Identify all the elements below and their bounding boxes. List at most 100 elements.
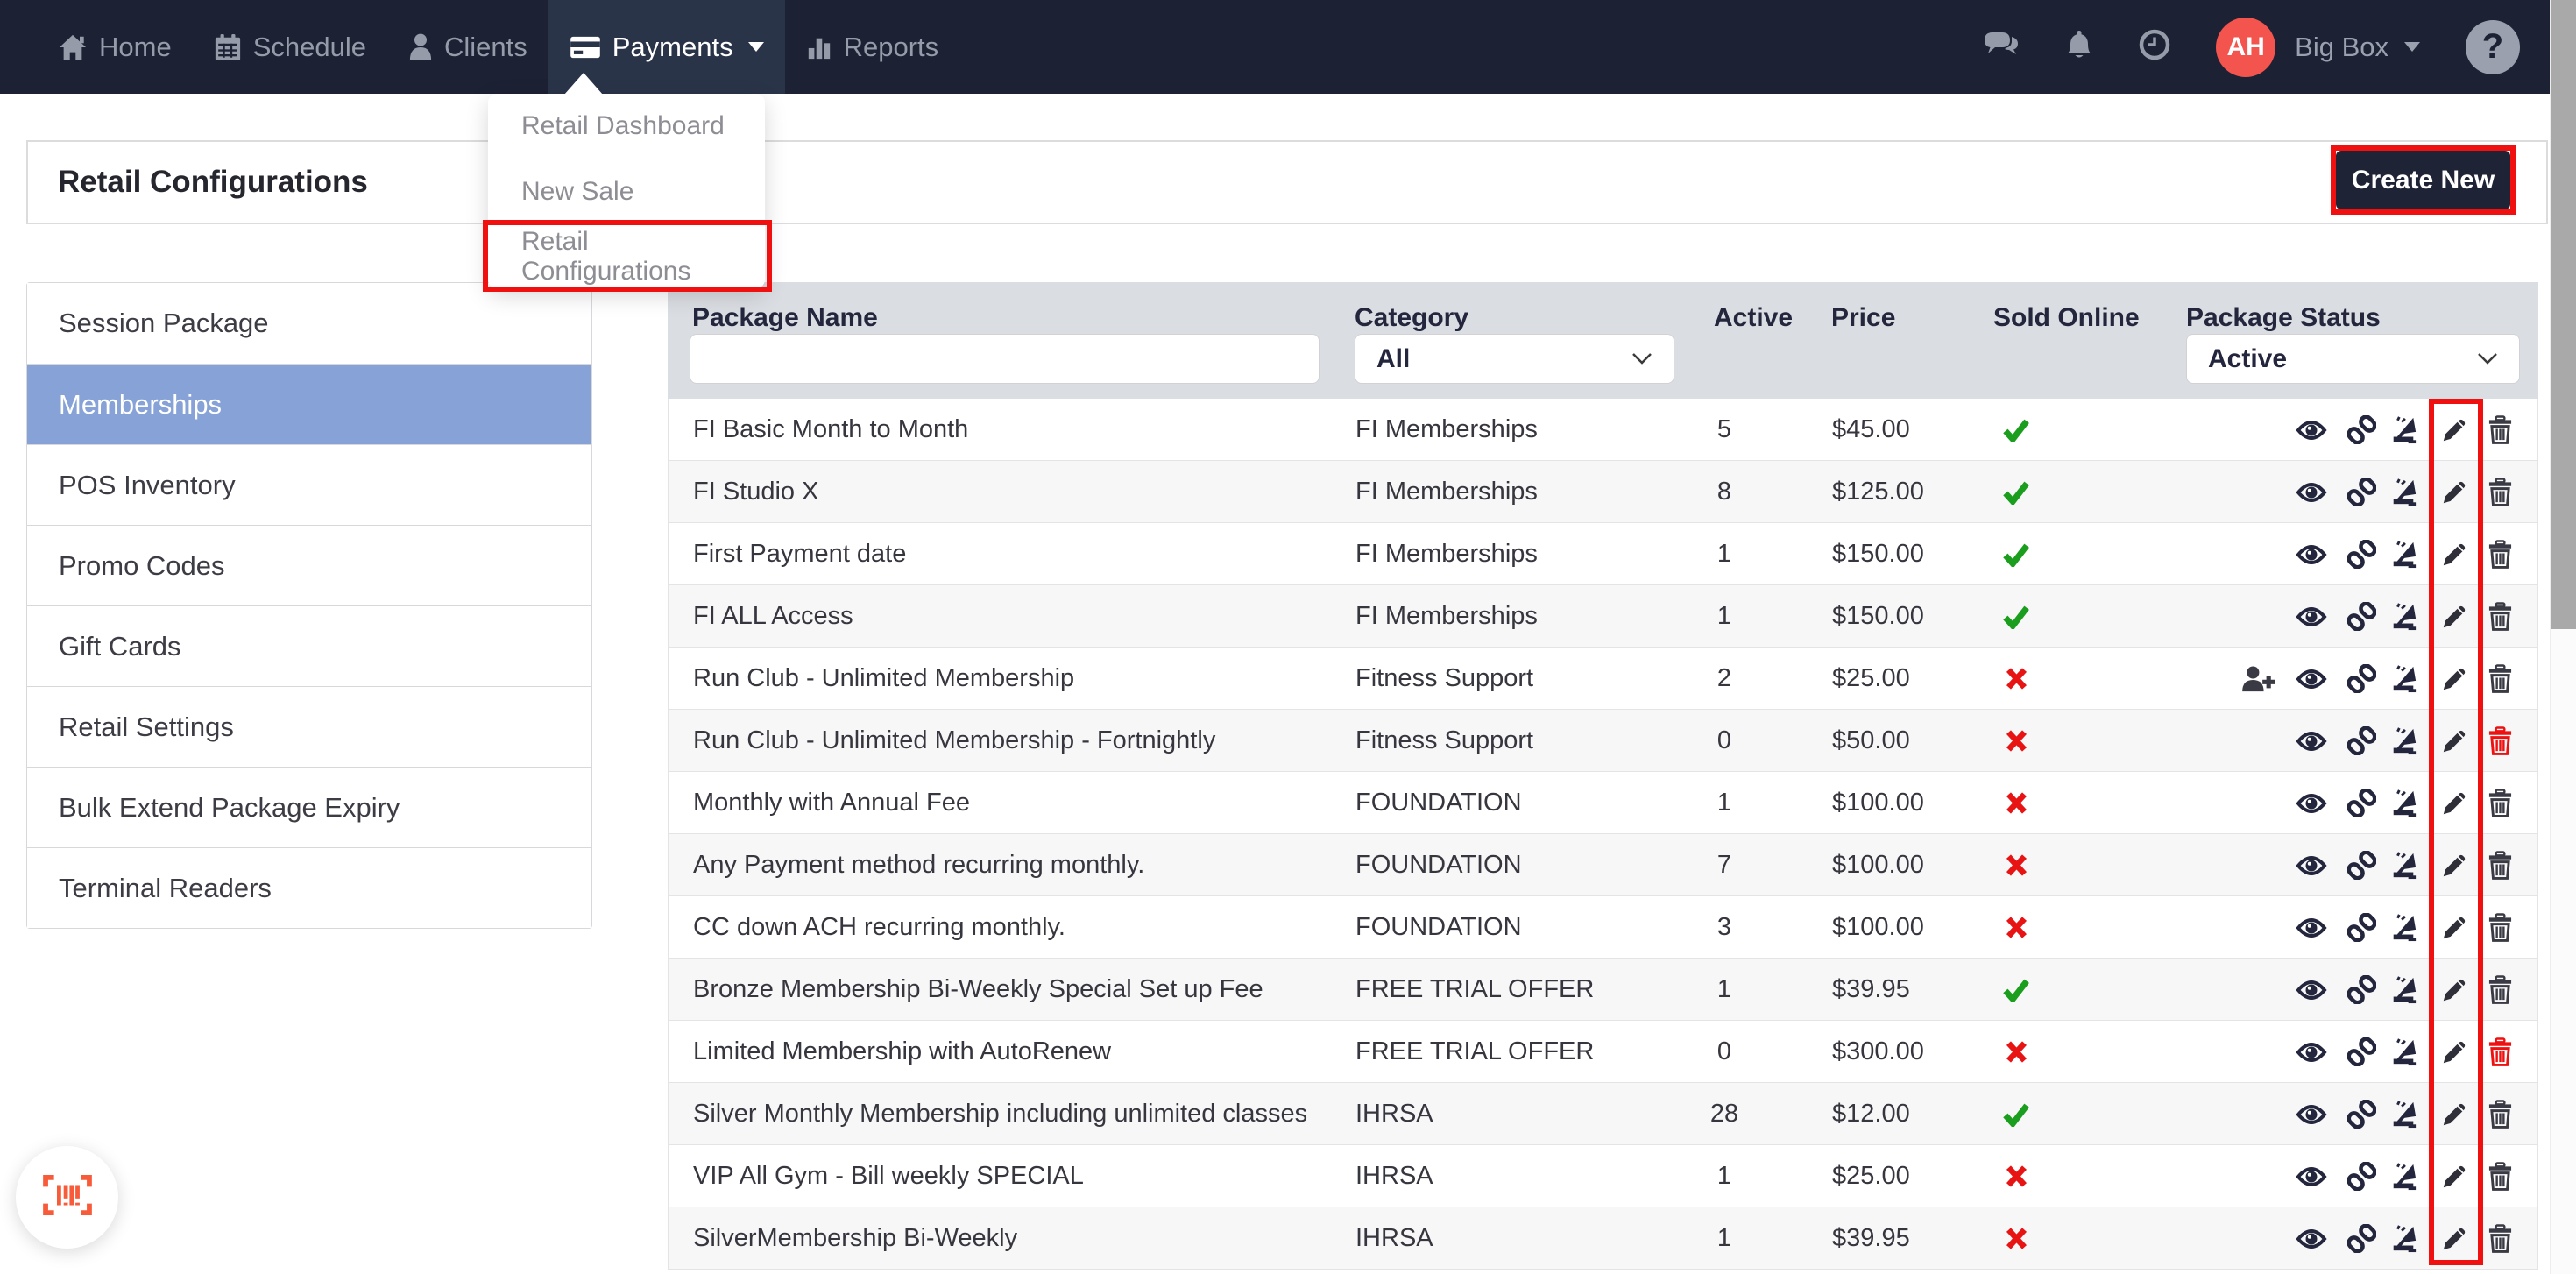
account-menu[interactable]: Big Box: [2295, 32, 2420, 63]
delete-trash-icon[interactable]: [2481, 585, 2518, 648]
edit-pencil-icon[interactable]: [2436, 834, 2473, 896]
edit-pencil-icon[interactable]: [2436, 585, 2473, 648]
sidebar-item-gift-cards[interactable]: Gift Cards: [27, 605, 591, 686]
sidebar-item-promo-codes[interactable]: Promo Codes: [27, 525, 591, 605]
view-icon[interactable]: [2293, 1207, 2330, 1270]
delete-trash-icon[interactable]: [2481, 461, 2518, 523]
clock-icon[interactable]: [2139, 29, 2170, 65]
delete-trash-icon[interactable]: [2481, 399, 2518, 461]
view-icon[interactable]: [2293, 399, 2330, 461]
view-icon[interactable]: [2293, 648, 2330, 710]
menu-item-new-sale[interactable]: New Sale: [488, 159, 765, 223]
print-label-icon[interactable]: [2385, 896, 2422, 959]
print-label-icon[interactable]: [2385, 523, 2422, 585]
view-icon[interactable]: [2293, 585, 2330, 648]
nav-item-schedule[interactable]: Schedule: [193, 0, 387, 94]
copy-link-icon[interactable]: [2343, 772, 2380, 834]
view-icon[interactable]: [2293, 959, 2330, 1021]
sidebar-item-memberships[interactable]: Memberships: [27, 364, 591, 444]
print-label-icon[interactable]: [2385, 1021, 2422, 1083]
print-label-icon[interactable]: [2385, 1207, 2422, 1270]
print-label-icon[interactable]: [2385, 461, 2422, 523]
edit-pencil-icon[interactable]: [2436, 1021, 2473, 1083]
sidebar-item-pos-inventory[interactable]: POS Inventory: [27, 444, 591, 525]
category-select[interactable]: All: [1355, 334, 1674, 384]
chevron-down-icon: [2404, 42, 2420, 52]
scrollbar-thumb[interactable]: [2551, 0, 2576, 629]
edit-pencil-icon[interactable]: [2436, 1145, 2473, 1207]
view-icon[interactable]: [2293, 1021, 2330, 1083]
edit-pencil-icon[interactable]: [2436, 959, 2473, 1021]
view-icon[interactable]: [2293, 834, 2330, 896]
chat-icon[interactable]: [1983, 29, 2020, 65]
view-icon[interactable]: [2293, 1145, 2330, 1207]
edit-pencil-icon[interactable]: [2436, 648, 2473, 710]
bell-icon[interactable]: [2065, 29, 2093, 65]
delete-trash-icon[interactable]: [2481, 1207, 2518, 1270]
edit-pencil-icon[interactable]: [2436, 896, 2473, 959]
copy-link-icon[interactable]: [2343, 1021, 2380, 1083]
delete-trash-icon[interactable]: [2481, 710, 2518, 772]
print-label-icon[interactable]: [2385, 834, 2422, 896]
edit-pencil-icon[interactable]: [2436, 710, 2473, 772]
edit-pencil-icon[interactable]: [2436, 1083, 2473, 1145]
delete-trash-icon[interactable]: [2481, 648, 2518, 710]
delete-trash-icon[interactable]: [2481, 523, 2518, 585]
view-icon[interactable]: [2293, 710, 2330, 772]
delete-trash-icon[interactable]: [2481, 1083, 2518, 1145]
print-label-icon[interactable]: [2385, 772, 2422, 834]
view-icon[interactable]: [2293, 461, 2330, 523]
nav-item-home[interactable]: Home: [37, 0, 193, 94]
copy-link-icon[interactable]: [2343, 523, 2380, 585]
add-user-icon[interactable]: [2240, 648, 2276, 710]
copy-link-icon[interactable]: [2343, 1083, 2380, 1145]
print-label-icon[interactable]: [2385, 1145, 2422, 1207]
nav-item-reports[interactable]: Reports: [785, 0, 960, 94]
print-label-icon[interactable]: [2385, 1083, 2422, 1145]
copy-link-icon[interactable]: [2343, 585, 2380, 648]
print-label-icon[interactable]: [2385, 399, 2422, 461]
view-icon[interactable]: [2293, 772, 2330, 834]
delete-trash-icon[interactable]: [2481, 1021, 2518, 1083]
copy-link-icon[interactable]: [2343, 461, 2380, 523]
view-icon[interactable]: [2293, 896, 2330, 959]
sidebar-item-retail-settings[interactable]: Retail Settings: [27, 686, 591, 767]
create-new-button[interactable]: Create New: [2336, 151, 2510, 209]
table-row: Bronze Membership Bi-Weekly Special Set …: [669, 959, 2537, 1021]
edit-pencil-icon[interactable]: [2436, 523, 2473, 585]
delete-trash-icon[interactable]: [2481, 896, 2518, 959]
delete-trash-icon[interactable]: [2481, 834, 2518, 896]
copy-link-icon[interactable]: [2343, 896, 2380, 959]
sidebar-item-session-package[interactable]: Session Package: [27, 283, 591, 364]
copy-link-icon[interactable]: [2343, 710, 2380, 772]
edit-pencil-icon[interactable]: [2436, 399, 2473, 461]
sidebar-item-bulk-extend-package-expiry[interactable]: Bulk Extend Package Expiry: [27, 767, 591, 847]
help-icon[interactable]: ?: [2466, 20, 2520, 74]
package-status-select[interactable]: Active: [2186, 334, 2520, 384]
print-label-icon[interactable]: [2385, 648, 2422, 710]
edit-pencil-icon[interactable]: [2436, 1207, 2473, 1270]
print-label-icon[interactable]: [2385, 710, 2422, 772]
avatar[interactable]: AH: [2216, 18, 2275, 77]
barcode-scan-button[interactable]: [16, 1146, 118, 1249]
copy-link-icon[interactable]: [2343, 399, 2380, 461]
menu-item-retail-dashboard[interactable]: Retail Dashboard: [488, 94, 765, 159]
package-name-filter-input[interactable]: [690, 334, 1320, 384]
copy-link-icon[interactable]: [2343, 648, 2380, 710]
delete-trash-icon[interactable]: [2481, 1145, 2518, 1207]
delete-trash-icon[interactable]: [2481, 959, 2518, 1021]
print-label-icon[interactable]: [2385, 959, 2422, 1021]
copy-link-icon[interactable]: [2343, 1145, 2380, 1207]
view-icon[interactable]: [2293, 523, 2330, 585]
delete-trash-icon[interactable]: [2481, 772, 2518, 834]
view-icon[interactable]: [2293, 1083, 2330, 1145]
edit-pencil-icon[interactable]: [2436, 772, 2473, 834]
copy-link-icon[interactable]: [2343, 834, 2380, 896]
print-label-icon[interactable]: [2385, 585, 2422, 648]
sidebar-item-terminal-readers[interactable]: Terminal Readers: [27, 847, 591, 928]
copy-link-icon[interactable]: [2343, 1207, 2380, 1270]
edit-pencil-icon[interactable]: [2436, 461, 2473, 523]
copy-link-icon[interactable]: [2343, 959, 2380, 1021]
menu-item-retail-configurations[interactable]: Retail Configurations: [488, 223, 765, 288]
nav-item-clients[interactable]: Clients: [387, 0, 548, 94]
